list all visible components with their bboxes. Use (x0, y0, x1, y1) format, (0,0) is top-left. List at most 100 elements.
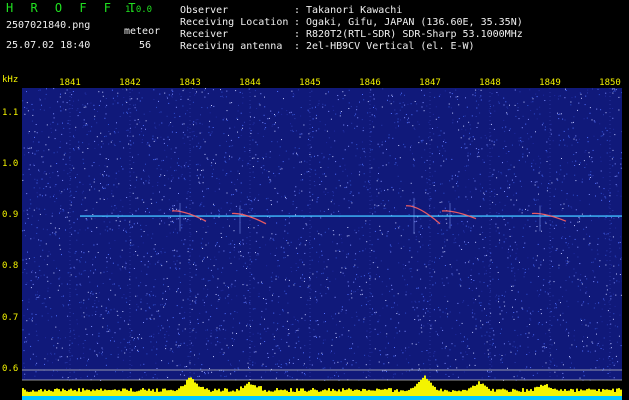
noise-speck (486, 144, 488, 146)
noise-speck (275, 363, 277, 365)
noise-speck (579, 200, 581, 202)
noise-speck (610, 295, 612, 297)
level-bar (352, 390, 354, 396)
noise-speck (26, 193, 28, 195)
noise-speck (344, 358, 346, 360)
noise-speck (281, 196, 283, 198)
noise-speck (119, 211, 121, 212)
noise-speck (215, 154, 217, 156)
noise-speck (106, 331, 108, 333)
noise-speck (226, 192, 228, 194)
noise-speck (426, 178, 428, 180)
noise-speck (409, 247, 411, 249)
noise-speck (468, 261, 470, 263)
noise-speck (564, 227, 566, 229)
level-bar (544, 384, 546, 396)
noise-speck (275, 345, 277, 347)
noise-speck (28, 298, 30, 300)
noise-speck (479, 173, 481, 175)
level-bar (182, 386, 184, 396)
noise-speck (431, 153, 433, 155)
noise-speck (510, 263, 512, 265)
noise-speck (193, 263, 194, 265)
noise-speck (139, 334, 140, 335)
noise-speck (116, 310, 118, 312)
noise-speck (298, 340, 300, 342)
noise-speck (135, 251, 137, 252)
noise-speck (432, 284, 434, 286)
noise-speck (45, 306, 47, 308)
noise-speck (134, 347, 136, 349)
noise-speck (168, 139, 170, 141)
noise-speck (233, 318, 234, 320)
noise-speck (386, 333, 388, 335)
noise-speck (490, 218, 492, 220)
noise-speck (309, 277, 310, 278)
noise-speck (610, 323, 612, 325)
noise-speck (202, 299, 204, 301)
noise-speck (363, 99, 365, 101)
noise-speck (216, 327, 218, 329)
noise-speck (106, 266, 108, 268)
noise-speck (503, 97, 505, 99)
noise-speck (507, 187, 509, 189)
noise-speck (287, 334, 289, 336)
noise-speck (319, 210, 321, 212)
noise-speck (207, 267, 209, 269)
noise-speck (553, 195, 555, 197)
noise-speck (452, 112, 454, 114)
noise-speck (524, 271, 526, 273)
noise-speck (288, 345, 290, 347)
noise-speck (184, 163, 186, 165)
noise-speck (332, 230, 334, 232)
noise-speck (621, 92, 622, 94)
noise-speck (299, 259, 300, 261)
noise-speck (600, 135, 602, 137)
noise-speck (519, 180, 521, 182)
noise-speck (474, 358, 476, 359)
noise-speck (295, 330, 297, 332)
noise-speck (610, 347, 612, 349)
noise-speck (346, 362, 348, 364)
noise-speck (136, 303, 138, 305)
noise-speck (278, 296, 280, 298)
noise-speck (539, 158, 541, 160)
noise-speck (175, 99, 177, 101)
x-tick-label: 1849 (539, 78, 561, 88)
noise-speck (294, 194, 296, 196)
level-bar (458, 390, 460, 396)
noise-speck (326, 279, 328, 280)
noise-speck (303, 216, 305, 218)
noise-speck (220, 375, 222, 377)
noise-speck (265, 198, 267, 200)
noise-speck (572, 194, 574, 196)
noise-speck (513, 318, 515, 320)
noise-speck (182, 299, 184, 301)
noise-speck (75, 251, 77, 253)
noise-speck (375, 311, 377, 313)
noise-speck (269, 151, 271, 153)
meta-location-value: Ogaki, Gifu, JAPAN (136.60E, 35.35N) (306, 17, 523, 28)
noise-speck (564, 119, 566, 121)
noise-speck (249, 258, 251, 260)
noise-speck (486, 331, 488, 333)
noise-speck (54, 227, 56, 229)
noise-speck (110, 309, 112, 311)
noise-speck (328, 288, 330, 290)
noise-speck (155, 251, 156, 252)
noise-speck (325, 286, 326, 288)
noise-speck (191, 131, 193, 133)
noise-speck (252, 361, 254, 363)
noise-speck (503, 234, 505, 236)
noise-speck (411, 301, 413, 303)
noise-speck (102, 174, 104, 176)
noise-speck (283, 237, 284, 239)
noise-speck (212, 159, 214, 161)
noise-speck (342, 272, 344, 274)
noise-speck (297, 253, 299, 254)
noise-speck (182, 90, 184, 92)
noise-speck (194, 94, 196, 96)
noise-speck (33, 187, 35, 189)
noise-speck (44, 259, 45, 261)
noise-speck (559, 165, 561, 167)
